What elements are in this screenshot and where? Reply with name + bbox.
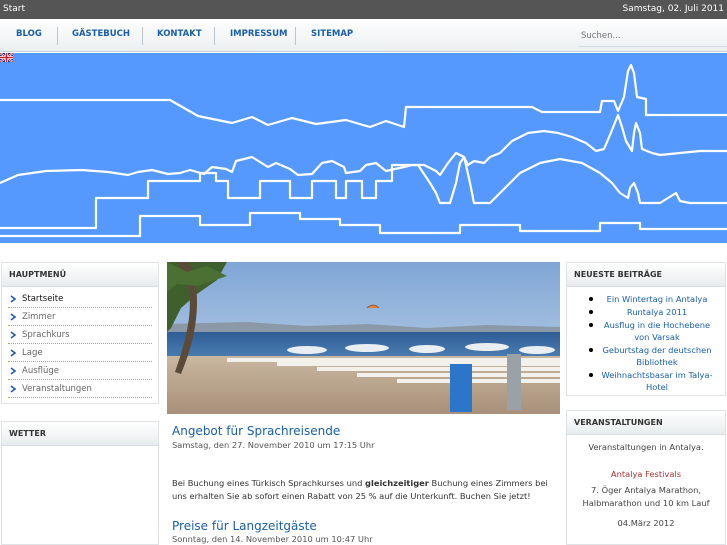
event-date: 04.März 2012 xyxy=(617,518,675,528)
recent-post-item[interactable]: Ein Wintertag in Antalya xyxy=(573,293,719,305)
breadcrumb[interactable]: Start xyxy=(3,4,25,14)
nav-imprint[interactable]: IMPRESSUM xyxy=(230,29,287,39)
menu-item-location[interactable]: Lage xyxy=(8,344,152,362)
chevron-right-icon xyxy=(10,295,16,303)
nav-blog[interactable]: BLOG xyxy=(16,29,42,39)
chevron-right-icon xyxy=(10,349,16,357)
events-content: Veranstaltungen in Antalya. Antalya Fest… xyxy=(567,435,725,530)
recent-post-link[interactable]: Weihnachtsbasar im Talya-Hotel xyxy=(601,370,712,392)
nav-guestbook[interactable]: GÄSTEBUCH xyxy=(72,29,130,39)
events-intro: Veranstaltungen in Antalya. xyxy=(588,442,704,452)
chevron-right-icon xyxy=(10,367,16,375)
post-date: Sonntag, den 14. November 2010 um 10:47 … xyxy=(172,534,373,544)
events-spacer xyxy=(567,509,725,517)
menu-item-label: Lage xyxy=(22,348,43,358)
recent-post-link[interactable]: Geburtstag der deutschen Bibliothek xyxy=(602,345,711,367)
search-underline xyxy=(579,46,727,47)
recent-post-item[interactable]: Ausflug in die Hochebene von Varsak xyxy=(573,319,719,343)
post-body-text: Bei Buchung eines Türkisch Sprachkurses … xyxy=(172,478,366,488)
menu-item-language-course[interactable]: Sprachkurs xyxy=(8,326,152,344)
top-bar: Start Samstag, 02. Juli 2011 xyxy=(0,0,727,19)
post-date: Samstag, den 27. November 2010 um 17:15 … xyxy=(172,440,375,450)
uk-flag-icon[interactable] xyxy=(0,53,13,62)
post-body-bold: gleichzeitiger xyxy=(365,478,429,488)
current-date: Samstag, 02. Juli 2011 xyxy=(622,4,724,14)
recent-posts-list: Ein Wintertag in Antalya Runtalya 2011 A… xyxy=(567,287,725,393)
weather-title: WETTER xyxy=(2,422,158,446)
recent-post-item[interactable]: Weihnachtsbasar im Talya-Hotel xyxy=(573,369,719,393)
menu-item-label: Ausflüge xyxy=(22,366,59,376)
menu-item-label: Sprachkurs xyxy=(22,330,70,340)
menu-item-rooms[interactable]: Zimmer xyxy=(8,308,152,326)
events-spacer xyxy=(567,454,725,468)
bullet-icon xyxy=(589,297,593,301)
menu-item-label: Zimmer xyxy=(22,312,56,322)
recent-post-item[interactable]: Geburtstag der deutschen Bibliothek xyxy=(573,344,719,368)
post-title-link[interactable]: Preise für Langzeitgäste xyxy=(172,519,317,533)
menu-item-events[interactable]: Veranstaltungen xyxy=(8,380,152,398)
main-menu-box: HAUPTMENÜ Startseite Zimmer Sprachkurs L… xyxy=(1,262,159,404)
nav-contact[interactable]: KONTAKT xyxy=(157,29,202,39)
recent-post-link[interactable]: Ausflug in die Hochebene von Varsak xyxy=(604,320,710,342)
main-menu-title: HAUPTMENÜ xyxy=(2,263,158,287)
chevron-right-icon xyxy=(10,331,16,339)
beach-photo xyxy=(167,262,560,414)
nav-sitemap[interactable]: SITEMAP xyxy=(311,29,353,39)
post-body: Bei Buchung eines Türkisch Sprachkurses … xyxy=(172,477,554,503)
nav-separator xyxy=(295,27,296,45)
header-banner xyxy=(0,53,727,243)
skyline-illustration xyxy=(0,63,727,238)
weather-box: WETTER xyxy=(1,421,159,545)
search-input[interactable] xyxy=(579,27,727,45)
nav-separator xyxy=(142,27,143,45)
recent-posts-box: NEUESTE BEITRÄGE Ein Wintertag in Antaly… xyxy=(566,262,726,396)
menu-item-home[interactable]: Startseite xyxy=(8,290,152,308)
chevron-right-icon xyxy=(10,313,16,321)
menu-item-label: Veranstaltungen xyxy=(22,384,92,394)
bullet-icon xyxy=(589,373,593,377)
recent-post-link[interactable]: Ein Wintertag in Antalya xyxy=(607,294,708,304)
menu-item-excursions[interactable]: Ausflüge xyxy=(8,362,152,380)
main-menu-list: Startseite Zimmer Sprachkurs Lage Ausflü… xyxy=(2,287,158,398)
bullet-icon xyxy=(589,310,593,314)
nav-separator xyxy=(57,27,58,45)
menu-item-label: Startseite xyxy=(22,294,64,304)
event-name: 7. Öger Antalya Marathon, Halbmarathon u… xyxy=(582,485,710,508)
festivals-link[interactable]: Antalya Festivals xyxy=(567,468,725,481)
main-navigation: BLOG GÄSTEBUCH KONTAKT IMPRESSUM SITEMAP xyxy=(0,19,727,52)
bullet-icon xyxy=(589,348,593,352)
nav-separator xyxy=(214,27,215,45)
events-title: VERANSTALTUNGEN xyxy=(567,411,725,435)
events-box: VERANSTALTUNGEN Veranstaltungen in Antal… xyxy=(566,410,726,545)
recent-post-link[interactable]: Runtalya 2011 xyxy=(627,307,687,317)
chevron-right-icon xyxy=(10,385,16,393)
bullet-icon xyxy=(589,323,593,327)
post-title-link[interactable]: Angebot für Sprachreisende xyxy=(172,424,340,438)
recent-posts-title: NEUESTE BEITRÄGE xyxy=(567,263,725,287)
recent-post-item[interactable]: Runtalya 2011 xyxy=(573,306,719,318)
